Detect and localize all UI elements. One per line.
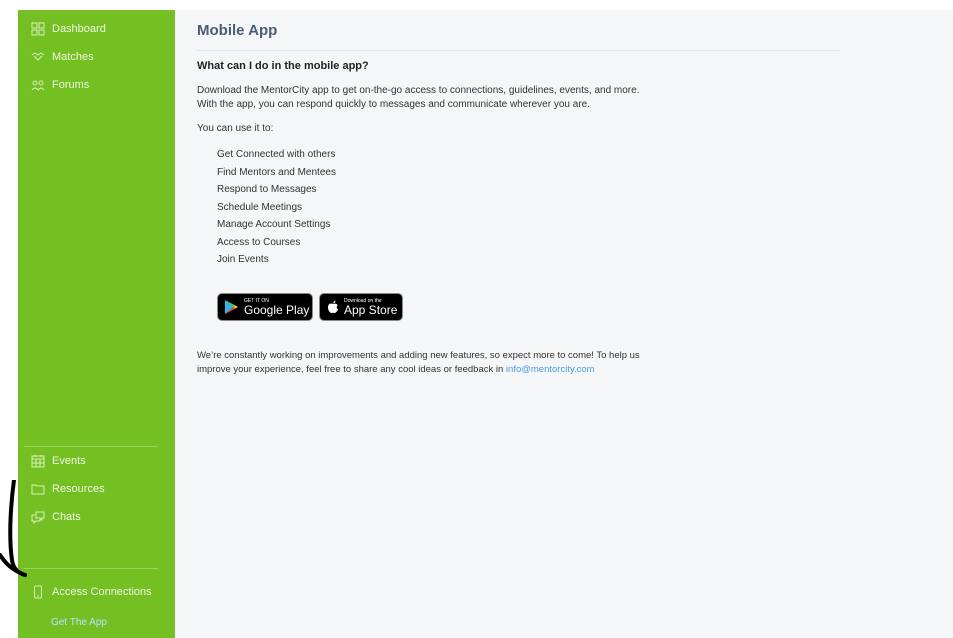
sidebar-item-label: Matches	[52, 51, 94, 63]
footer-line-text: improve your experience, feel free to sh…	[197, 364, 506, 375]
sidebar: Dashboard Matches Forums Events Resource…	[18, 10, 175, 638]
list-item: Join Events	[217, 254, 269, 265]
footer-line: We’re constantly working on improvements…	[197, 350, 640, 361]
sidebar-item-events[interactable]: Events	[31, 454, 86, 468]
sidebar-item-label: Chats	[52, 511, 81, 523]
google-play-button[interactable]: GET IT ON Google Play	[217, 293, 313, 321]
feature-list: Get Connected with others Find Mentors a…	[217, 146, 336, 269]
section-heading: What can I do in the mobile app?	[197, 60, 369, 72]
sidebar-item-access-connections[interactable]: Access Connections	[31, 585, 152, 599]
sidebar-item-label: Events	[52, 455, 86, 467]
sidebar-item-resources[interactable]: Resources	[31, 482, 105, 496]
sidebar-item-forums[interactable]: Forums	[31, 78, 89, 92]
list-item: Schedule Meetings	[217, 201, 303, 213]
sidebar-item-label: Forums	[52, 79, 90, 91]
intro-line: Download the MentorCity app to get on-th…	[197, 85, 640, 96]
google-play-label: Google Play	[244, 302, 310, 317]
sidebar-item-label: Resources	[52, 483, 105, 495]
sidebar-item-label: Access Connections	[52, 586, 152, 598]
footer-line: improve your experience, feel free to sh…	[197, 363, 717, 377]
handshake-icon	[31, 50, 45, 64]
intro-line: With the app, you can respond quickly to…	[197, 99, 590, 110]
intro-paragraph: Download the MentorCity app to get on-th…	[197, 84, 757, 112]
list-item: Find Mentors and Mentees	[217, 166, 336, 178]
email-link[interactable]: info@mentorcity.com	[506, 364, 595, 375]
list-item: Access to Courses	[217, 236, 301, 248]
app-store-button[interactable]: Download on the App Store	[319, 293, 403, 321]
google-play-icon	[224, 299, 239, 315]
title-divider	[197, 50, 840, 51]
sidebar-item-dashboard[interactable]: Dashboard	[31, 22, 106, 36]
list-item: Respond to Messages	[217, 184, 317, 195]
sidebar-item-matches[interactable]: Matches	[31, 50, 94, 64]
calendar-icon	[31, 454, 45, 468]
sidebar-divider	[24, 568, 158, 569]
sidebar-item-label: Dashboard	[52, 23, 106, 35]
people-icon	[31, 78, 45, 92]
list-item: Manage Account Settings	[217, 219, 331, 230]
dashboard-icon	[31, 22, 45, 36]
footer-paragraph: We’re constantly working on improvements…	[197, 349, 717, 377]
sidebar-divider	[24, 446, 158, 447]
apple-icon	[327, 300, 339, 314]
page-title: Mobile App	[197, 22, 278, 39]
annotation-arrow-icon	[0, 480, 27, 577]
list-item: Get Connected with others	[217, 149, 336, 160]
app-store-label: App Store	[344, 302, 398, 317]
main-content: Mobile App What can I do in the mobile a…	[175, 10, 953, 638]
use-label: You can use it to:	[197, 123, 274, 134]
get-the-app-link[interactable]: Get The App	[51, 617, 107, 628]
